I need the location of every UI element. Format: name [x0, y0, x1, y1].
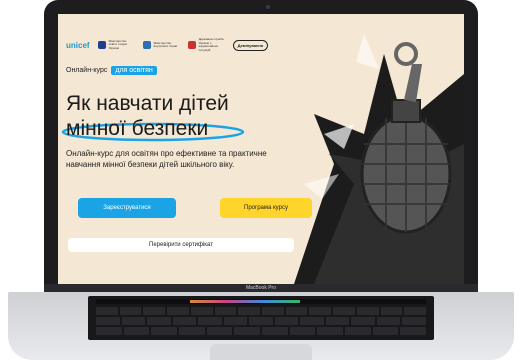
page-title-line2: мінної безпеки — [66, 117, 209, 140]
key-row — [96, 317, 426, 325]
check-certificate-button[interactable]: Перевірити сертифікат — [68, 238, 294, 252]
camera — [266, 5, 270, 9]
partner-pill-text: Демінування — [232, 39, 269, 51]
state-emergency-text: Державна служба України з надзвичайних с… — [198, 37, 224, 52]
course-tag-row: Онлайн-курс для освітян — [66, 66, 157, 75]
page-title-line1: Як навчати дітей — [66, 92, 229, 115]
grenade-illustration — [294, 34, 464, 284]
key-row — [96, 327, 427, 335]
state-emergency-logo[interactable]: Державна служба України з надзвичайних с… — [187, 37, 225, 52]
touch-bar-glow — [190, 300, 300, 303]
ministry-education-icon — [97, 41, 106, 49]
course-prefix: Онлайн-курс — [66, 67, 108, 74]
state-emergency-icon — [187, 41, 196, 49]
audience-badge: для освітян — [111, 66, 157, 75]
trackpad — [210, 344, 312, 360]
laptop-brand-label: MacBook Pro — [245, 285, 276, 291]
unicef-text: unicef — [66, 40, 90, 50]
register-button[interactable]: Зареєструватися — [78, 198, 176, 218]
partner-pill-logo[interactable]: Демінування — [232, 39, 269, 51]
laptop: unicef Міністерство освіти і науки Украї… — [0, 0, 522, 360]
screen: unicef Міністерство освіти і науки Украї… — [58, 14, 464, 284]
unicef-logo[interactable]: unicef — [66, 41, 90, 50]
key-row — [96, 307, 427, 315]
ministry-education-logo[interactable]: Міністерство освіти і науки України — [97, 38, 135, 51]
course-description: Онлайн-курс для освітян про ефективне та… — [66, 149, 267, 169]
ministry-internal-text: Міністерство внутрішніх справ — [153, 40, 178, 48]
ministry-internal-logo[interactable]: Міністерство внутрішніх справ — [142, 40, 180, 49]
ministry-internal-icon — [142, 41, 151, 49]
partner-logos: unicef Міністерство освіти і науки Украї… — [66, 37, 269, 52]
ministry-education-text: Міністерство освіти і науки України — [108, 38, 128, 50]
